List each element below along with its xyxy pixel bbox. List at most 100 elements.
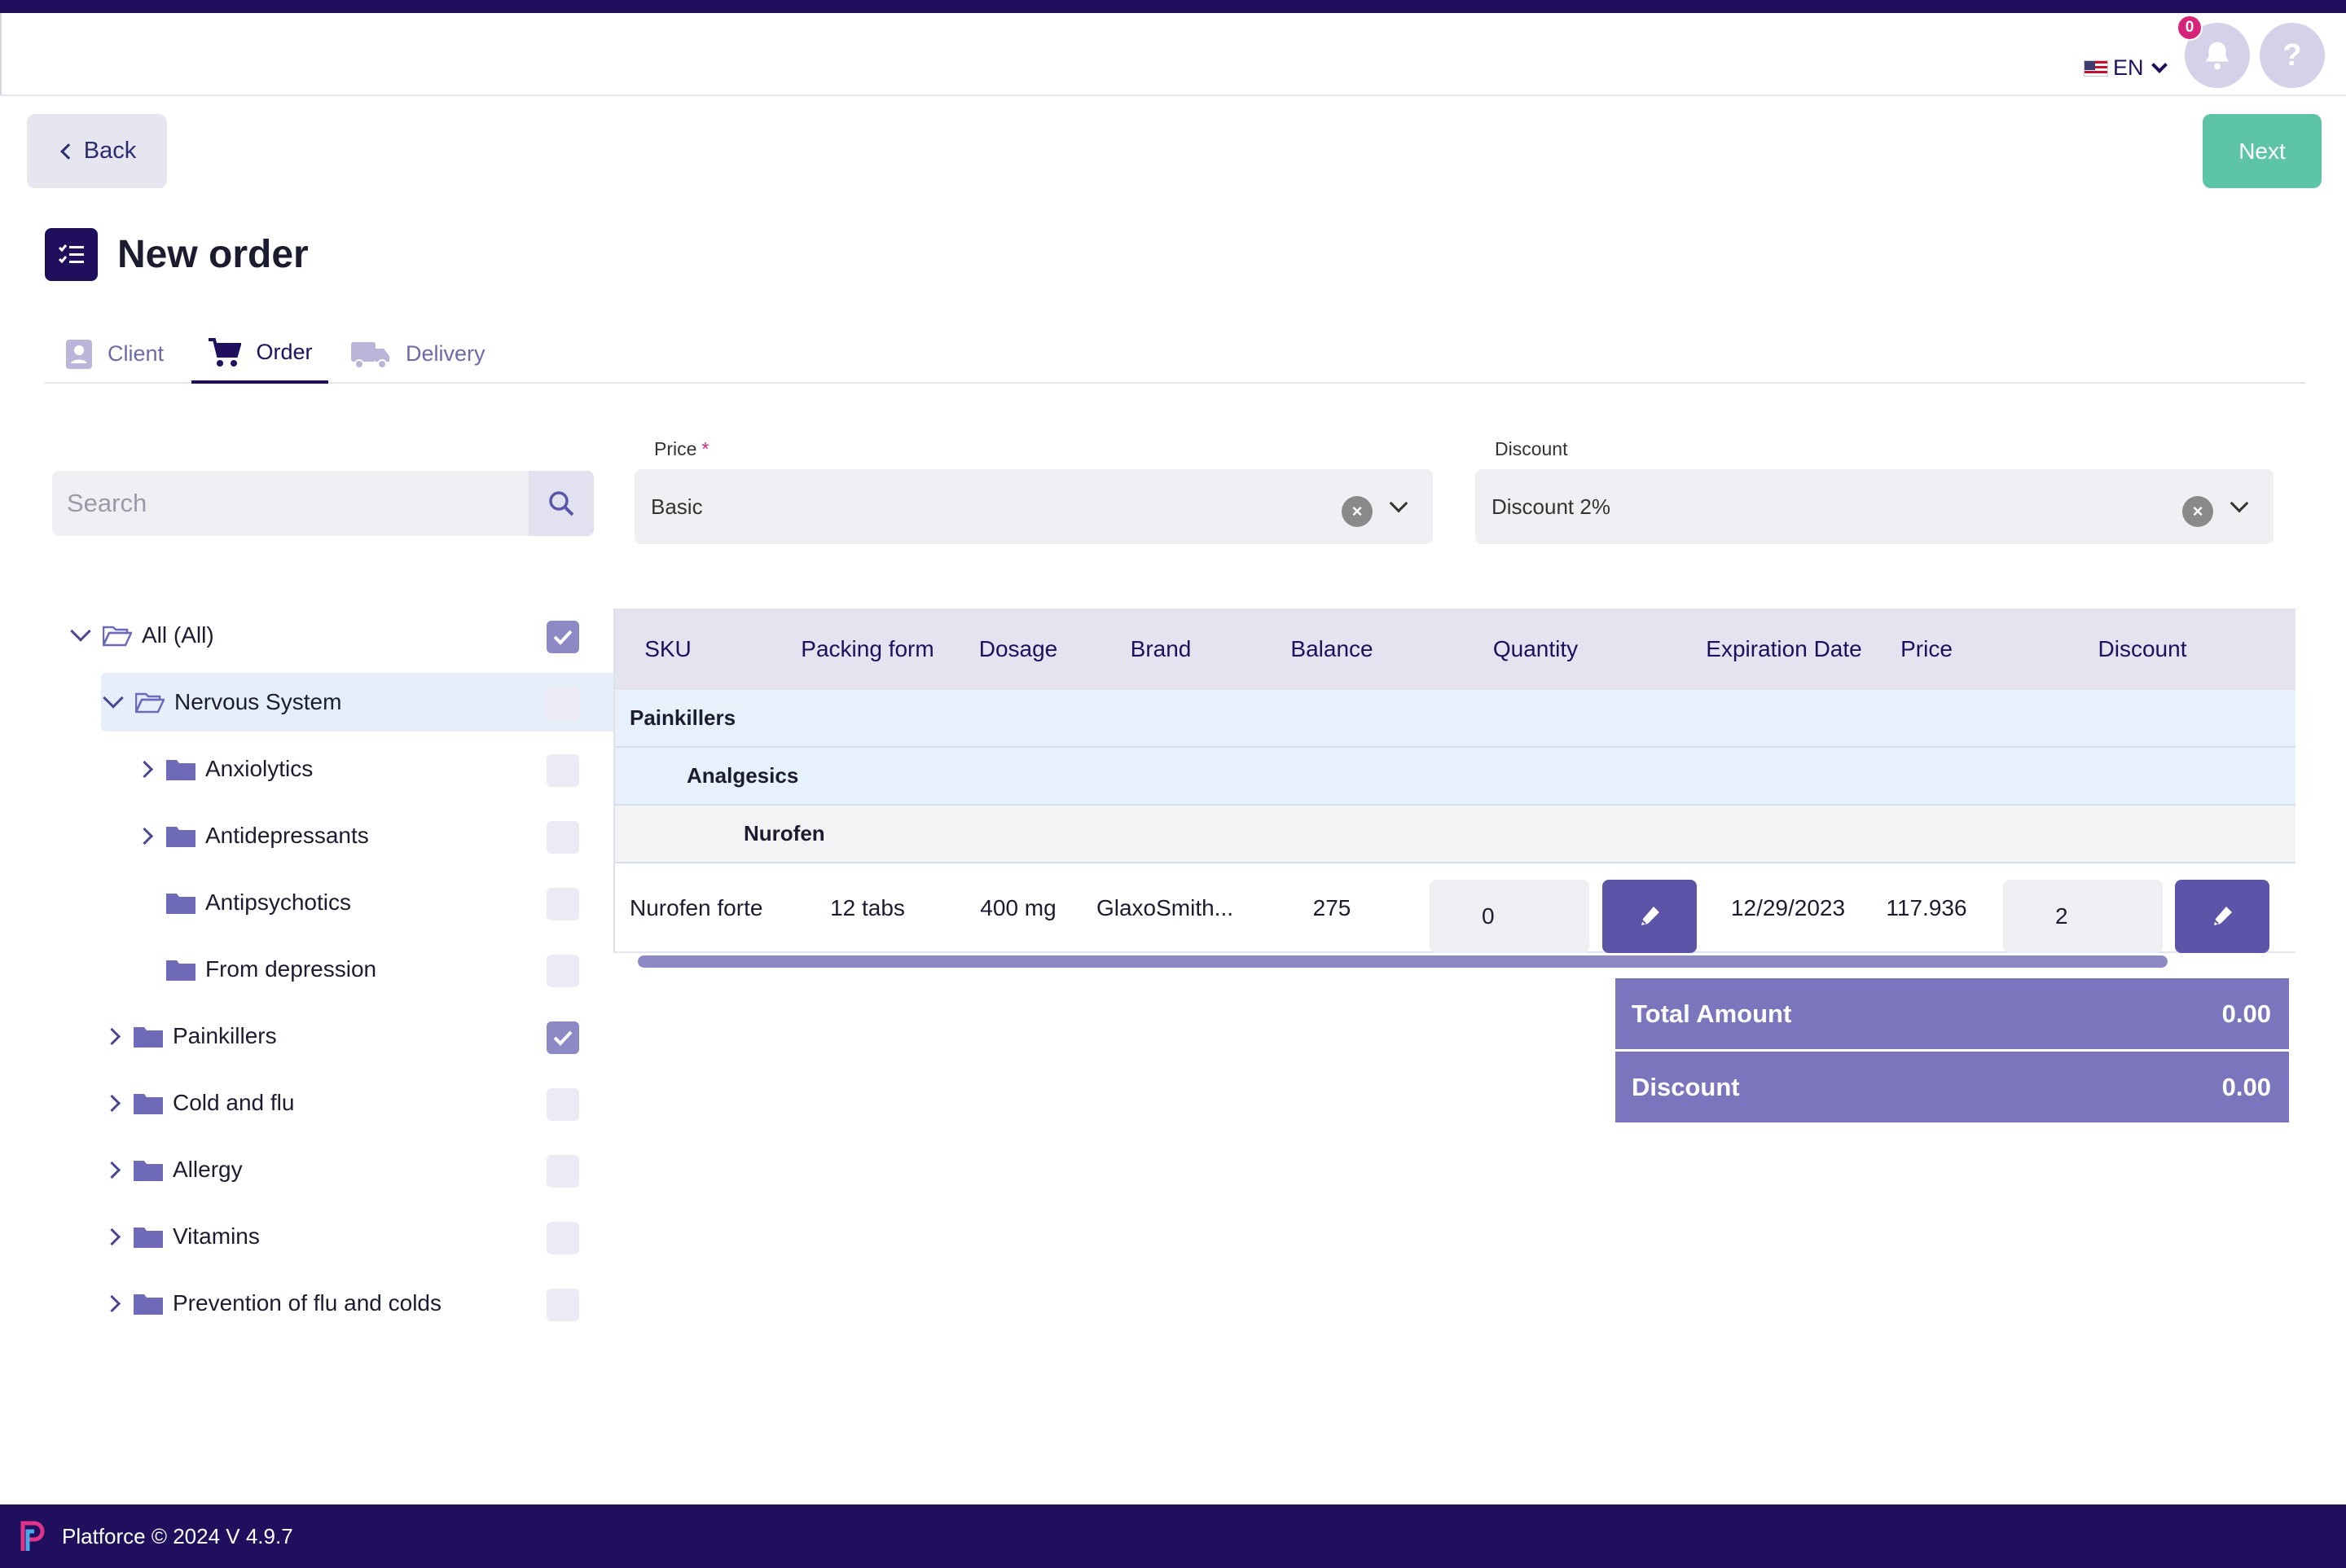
- tab-order[interactable]: Order: [191, 324, 328, 384]
- tree-node-label: All (All): [142, 622, 214, 648]
- edit-discount-button[interactable]: [2175, 880, 2269, 953]
- column-header-dosage[interactable]: Dosage: [965, 608, 1071, 690]
- cell-price: 117.936: [1886, 895, 1967, 920]
- folder-open-icon: [135, 692, 165, 714]
- tree-node-vitamins[interactable]: Vitamins: [52, 1207, 598, 1266]
- group-row-nurofen[interactable]: Nurofen: [615, 806, 2295, 863]
- tab-client[interactable]: Client: [65, 324, 164, 384]
- checklist-icon: [45, 228, 98, 281]
- group-row-painkillers[interactable]: Painkillers: [615, 690, 2295, 748]
- chevron-down-icon: [2230, 494, 2249, 513]
- chevron-right-icon[interactable]: [99, 1024, 124, 1048]
- price-select[interactable]: Basic ×: [635, 469, 1433, 544]
- grid-horizontal-scrollbar[interactable]: [638, 955, 2168, 968]
- discount-select-value: Discount 2%: [1492, 494, 1610, 519]
- price-clear-icon[interactable]: ×: [1342, 496, 1373, 527]
- chevron-down-icon[interactable]: [68, 621, 93, 648]
- checkmark-icon: [553, 1030, 573, 1046]
- column-header-expiration-date[interactable]: Expiration Date: [1698, 608, 1869, 690]
- tree-node-prevention[interactable]: Prevention of flu and colds: [52, 1274, 598, 1333]
- total-discount-row: Discount 0.00: [1615, 1052, 2289, 1122]
- tree-node-allergy[interactable]: Allergy: [52, 1140, 598, 1199]
- help-button[interactable]: ?: [2260, 23, 2325, 88]
- discount-input[interactable]: 2: [2003, 880, 2163, 953]
- tree-checkbox[interactable]: [547, 1222, 579, 1254]
- chevron-down-icon[interactable]: [101, 687, 125, 714]
- chevron-right-icon[interactable]: [132, 824, 156, 848]
- chevron-left-icon: [59, 143, 77, 160]
- pencil-icon: [2214, 907, 2232, 925]
- column-header-quantity[interactable]: Quantity: [1454, 608, 1617, 690]
- top-header: EN: [0, 13, 2346, 96]
- search-button[interactable]: [529, 471, 594, 536]
- tree-node-all[interactable]: All (All): [52, 606, 598, 665]
- tree-checkbox[interactable]: [547, 955, 579, 987]
- search-input[interactable]: [52, 471, 529, 536]
- chevron-right-icon[interactable]: [132, 757, 156, 781]
- chevron-down-icon: [2150, 56, 2168, 73]
- folder-icon: [166, 960, 196, 981]
- group-row-analgesics[interactable]: Analgesics: [615, 748, 2295, 806]
- tree-node-label: Nervous System: [174, 689, 342, 714]
- next-button-label: Next: [2238, 138, 2286, 164]
- tab-delivery-label: Delivery: [406, 341, 485, 366]
- table-row: Nurofen forte 12 tabs 400 mg GlaxoSmith.…: [615, 863, 2295, 953]
- tab-delivery[interactable]: Delivery: [350, 324, 485, 384]
- notification-count-badge: 0: [2177, 15, 2203, 41]
- tree-checkbox[interactable]: [547, 687, 579, 720]
- chevron-right-icon[interactable]: [99, 1291, 124, 1315]
- folder-icon: [134, 1161, 163, 1181]
- discount-clear-icon[interactable]: ×: [2182, 496, 2213, 527]
- tree-checkbox[interactable]: [547, 1021, 579, 1054]
- search-icon: [549, 491, 574, 516]
- tree-node-label: Cold and flu: [173, 1090, 295, 1115]
- language-label: EN: [2113, 55, 2144, 80]
- products-grid: SKU Packing form Dosage Brand Balance Qu…: [613, 608, 2295, 953]
- back-button[interactable]: Back: [27, 114, 167, 188]
- order-tabs: Client Order Delivery: [45, 324, 2305, 384]
- total-discount-label: Discount: [1632, 1072, 1740, 1101]
- tree-checkbox[interactable]: [547, 1088, 579, 1121]
- footer: Platforce © 2024 V 4.9.7: [0, 1504, 2346, 1568]
- tree-node-label: Antipsychotics: [205, 889, 351, 915]
- discount-select[interactable]: Discount 2% ×: [1475, 469, 2274, 544]
- chevron-right-icon[interactable]: [99, 1091, 124, 1115]
- chevron-right-icon[interactable]: [99, 1157, 124, 1182]
- tree-checkbox[interactable]: [547, 754, 579, 787]
- edit-quantity-button[interactable]: [1602, 880, 1697, 953]
- column-header-price[interactable]: Price: [1869, 608, 1984, 690]
- column-header-sku[interactable]: SKU: [615, 608, 721, 690]
- folder-icon: [166, 760, 196, 780]
- quantity-input[interactable]: 0: [1430, 880, 1589, 953]
- folder-open-icon: [103, 626, 132, 647]
- tree-node-label: Prevention of flu and colds: [173, 1290, 442, 1315]
- grid-header: SKU Packing form Dosage Brand Balance Qu…: [615, 608, 2295, 690]
- tree-checkbox[interactable]: [547, 621, 579, 653]
- tree-checkbox[interactable]: [547, 888, 579, 920]
- tree-checkbox[interactable]: [547, 1155, 579, 1188]
- tree-node-cold-and-flu[interactable]: Cold and flu: [52, 1074, 598, 1132]
- tab-client-label: Client: [108, 341, 165, 366]
- chevron-right-icon[interactable]: [99, 1224, 124, 1249]
- column-header-balance[interactable]: Balance: [1267, 608, 1397, 690]
- column-header-packing-form[interactable]: Packing form: [794, 608, 941, 690]
- tree-checkbox[interactable]: [547, 1289, 579, 1321]
- price-select-value: Basic: [651, 494, 703, 519]
- tree-node-antipsychotics[interactable]: Antipsychotics: [52, 873, 598, 932]
- language-selector[interactable]: EN: [2084, 55, 2168, 81]
- tree-node-nervous-system[interactable]: Nervous System: [101, 673, 647, 731]
- tree-checkbox[interactable]: [547, 821, 579, 854]
- totals-panel: Total Amount 0.00 Discount 0.00: [1615, 978, 2289, 1122]
- tree-node-antidepressants[interactable]: Antidepressants: [52, 806, 598, 865]
- tree-node-anxiolytics[interactable]: Anxiolytics: [52, 740, 598, 798]
- cell-expiration-date: 12/29/2023: [1730, 895, 1846, 920]
- contact-card-icon: [66, 339, 92, 369]
- column-header-brand[interactable]: Brand: [1096, 608, 1226, 690]
- tree-node-from-depression[interactable]: From depression: [52, 940, 598, 999]
- page-title: New order: [117, 233, 309, 276]
- tree-node-label: Antidepressants: [205, 823, 369, 848]
- tree-node-painkillers[interactable]: Painkillers: [52, 1007, 598, 1065]
- next-button[interactable]: Next: [2203, 114, 2322, 188]
- column-header-discount[interactable]: Discount: [2049, 608, 2236, 690]
- checkmark-icon: [553, 630, 573, 645]
